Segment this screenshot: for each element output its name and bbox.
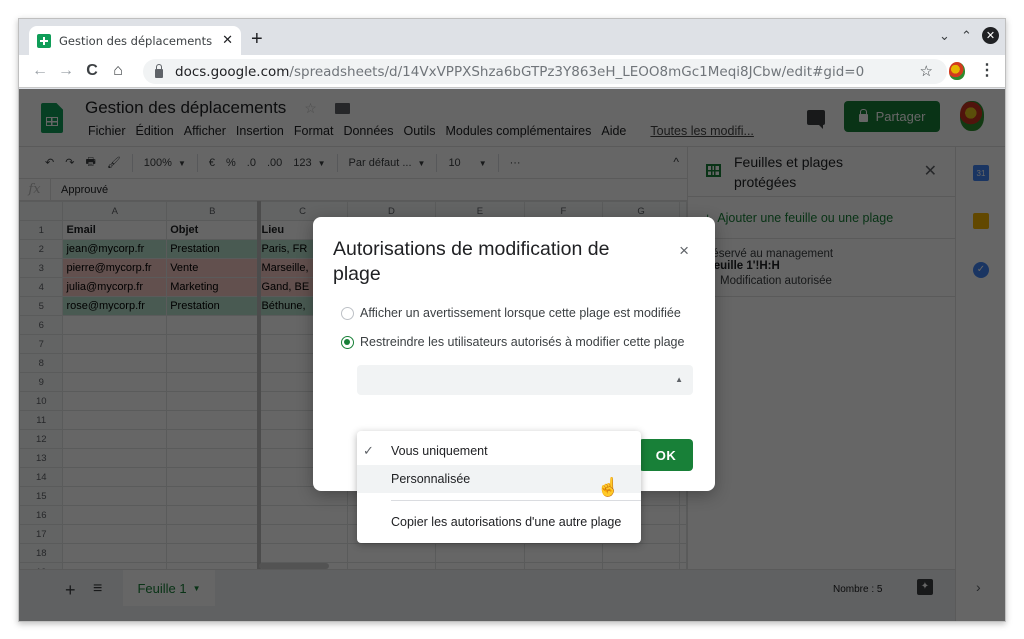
option-copy-permissions[interactable]: Copier les autorisations d'une autre pla… <box>357 508 641 536</box>
radio-show-warning[interactable]: Afficher un avertissement lorsque cette … <box>341 306 681 320</box>
browser-window: Gestion des déplacements - Go ✕ + ⌄ ⌃ ✕ … <box>18 18 1006 622</box>
window-close-button[interactable]: ✕ <box>982 27 999 44</box>
dialog-title: Autorisations de modification de plage <box>333 238 610 285</box>
tab-title: Gestion des déplacements - Go <box>59 33 216 48</box>
forward-button[interactable]: → <box>53 62 79 80</box>
browser-menu-icon[interactable]: ⋮ <box>979 60 995 80</box>
bookmark-star-icon[interactable]: ☆ <box>920 62 933 80</box>
editors-select[interactable]: ▲ <box>357 365 693 395</box>
chevron-up-icon: ▲ <box>675 375 683 384</box>
option-only-you[interactable]: ✓ Vous uniquement <box>357 437 641 465</box>
tab-close-icon[interactable]: ✕ <box>222 33 233 48</box>
option-label: Vous uniquement <box>391 444 488 458</box>
reload-button[interactable]: C <box>79 62 105 80</box>
sheets-favicon-icon <box>37 33 51 48</box>
radio-button[interactable] <box>341 306 354 320</box>
sheets-app: Gestion des déplacements ☆ Fichier Éditi… <box>19 89 1005 621</box>
editors-dropdown-menu: ✓ Vous uniquement Personnalisée Copier l… <box>357 431 641 543</box>
back-button[interactable]: ← <box>27 62 53 80</box>
home-button[interactable]: ⌂ <box>105 62 131 80</box>
radio-label: Afficher un avertissement lorsque cette … <box>360 306 681 320</box>
browser-tab[interactable]: Gestion des déplacements - Go ✕ <box>29 26 241 55</box>
ok-button[interactable]: OK <box>639 439 693 471</box>
new-tab-button[interactable]: + <box>251 29 263 49</box>
extension-icon[interactable] <box>949 62 965 80</box>
url-host: docs.google.com <box>175 63 290 80</box>
option-label: Personnalisée <box>391 472 471 486</box>
radio-label: Restreindre les utilisateurs autorisés à… <box>360 335 685 349</box>
tab-strip: Gestion des déplacements - Go ✕ + ⌄ ⌃ ✕ <box>19 19 1005 55</box>
minimize-button[interactable]: ⌄ <box>939 28 950 44</box>
url-path: /spreadsheets/d/14VxVPPXShza6bGTPz3Y863e… <box>289 63 865 80</box>
dialog-close-icon[interactable]: × <box>679 241 689 261</box>
maximize-button[interactable]: ⌃ <box>961 28 972 44</box>
browser-toolbar: ← → C ⌂ docs.google.com/spreadsheets/d/1… <box>19 55 1005 88</box>
address-bar[interactable]: docs.google.com/spreadsheets/d/14VxVPPXS… <box>143 59 947 84</box>
menu-divider <box>391 500 641 501</box>
radio-restrict-users[interactable]: Restreindre les utilisateurs autorisés à… <box>341 335 684 349</box>
radio-button-selected[interactable] <box>341 335 354 349</box>
check-icon: ✓ <box>363 443 374 458</box>
lock-icon <box>155 63 163 78</box>
option-label: Copier les autorisations d'une autre pla… <box>391 515 622 529</box>
option-custom[interactable]: Personnalisée <box>357 465 641 493</box>
